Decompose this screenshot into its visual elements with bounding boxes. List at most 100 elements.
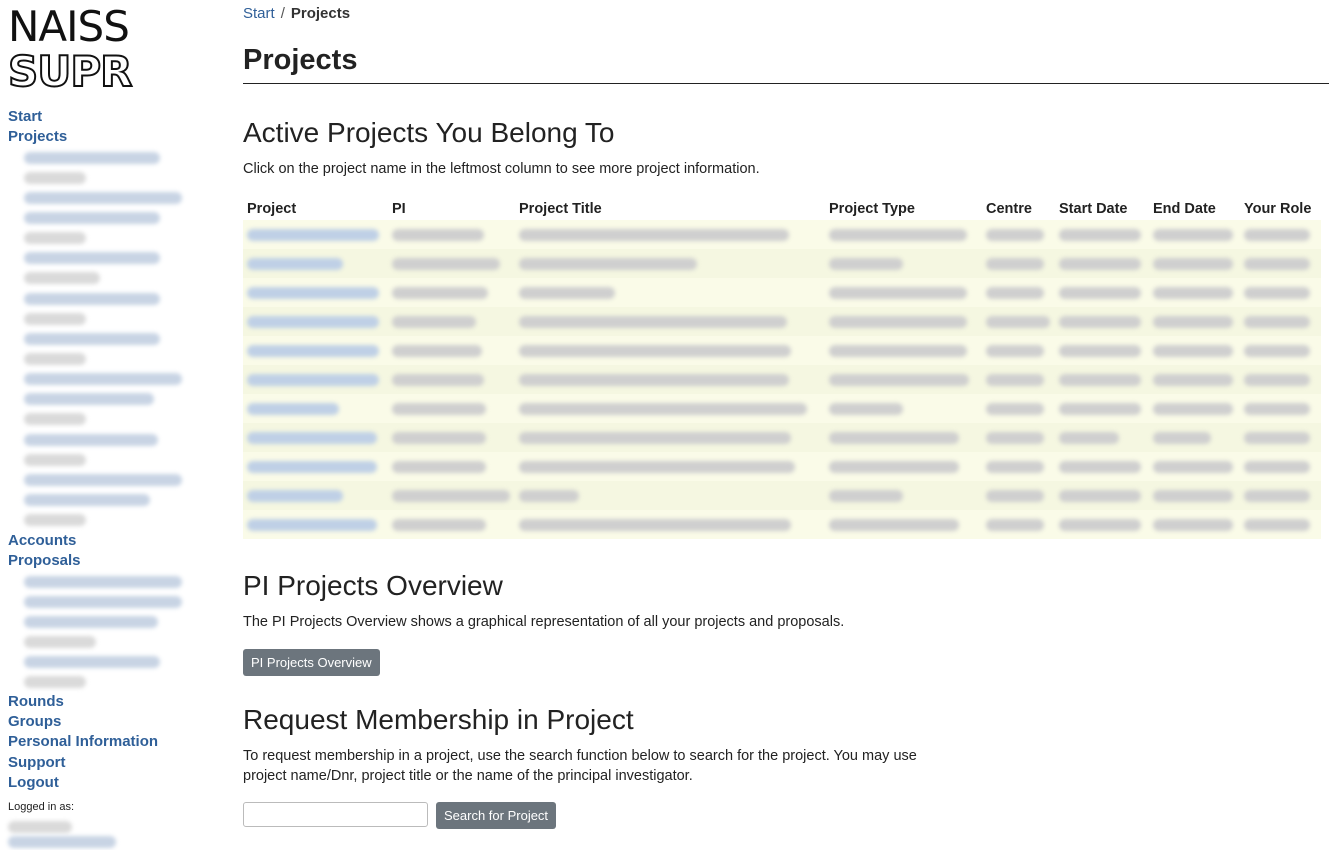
sidebar-project-link[interactable] xyxy=(24,293,160,305)
search-for-project-button[interactable]: Search for Project xyxy=(436,802,557,829)
cell-your-role xyxy=(1240,365,1321,394)
cell-pi xyxy=(388,452,515,481)
sidebar-proposal-link[interactable] xyxy=(24,656,160,668)
redacted-project-link[interactable] xyxy=(247,257,343,270)
table-row xyxy=(243,278,1321,307)
redacted-project-link[interactable] xyxy=(247,228,379,241)
sidebar-project-link[interactable] xyxy=(24,474,182,486)
redacted-text xyxy=(829,344,967,357)
cell-your-role xyxy=(1240,336,1321,365)
redacted-project-link[interactable] xyxy=(247,489,343,502)
sidebar-project-link[interactable] xyxy=(24,494,150,506)
sidebar-project-link[interactable] xyxy=(24,373,182,385)
redacted-project-link[interactable] xyxy=(247,286,379,299)
sidebar-project-link[interactable] xyxy=(24,152,160,164)
sidebar-project-sublabel xyxy=(24,413,86,425)
redacted-project-link[interactable] xyxy=(247,431,377,444)
sidebar-project-link[interactable] xyxy=(24,333,160,345)
column-header-centre[interactable]: Centre xyxy=(982,196,1055,220)
redacted-text xyxy=(986,315,1050,328)
cell-centre xyxy=(982,336,1055,365)
sidebar-project-link[interactable] xyxy=(24,252,160,264)
cell-centre xyxy=(982,510,1055,539)
redacted-project-link[interactable] xyxy=(247,373,379,386)
cell-project[interactable] xyxy=(243,452,388,481)
column-header-start-date[interactable]: Start Date xyxy=(1055,196,1149,220)
sidebar-project-link[interactable] xyxy=(24,434,158,446)
sidebar-proposal-link[interactable] xyxy=(24,616,158,628)
redacted-text xyxy=(392,518,486,531)
redacted-project-link[interactable] xyxy=(247,518,377,531)
cell-project[interactable] xyxy=(243,481,388,510)
cell-project[interactable] xyxy=(243,336,388,365)
sidebar-project-sublabel xyxy=(24,454,86,466)
sidebar-item-groups[interactable]: Groups xyxy=(8,713,61,730)
logged-in-user-link[interactable] xyxy=(8,836,116,848)
sidebar-proposal-link[interactable] xyxy=(24,576,182,588)
redacted-text xyxy=(1153,489,1233,502)
sidebar-item-start[interactable]: Start xyxy=(8,108,42,125)
redacted-text xyxy=(986,344,1044,357)
sidebar-project-sublabel xyxy=(24,313,86,325)
pi-projects-overview-button[interactable]: PI Projects Overview xyxy=(243,649,380,676)
cell-pi xyxy=(388,423,515,452)
redacted-text xyxy=(1059,373,1141,386)
sidebar-project-link[interactable] xyxy=(24,192,182,204)
sidebar-item-logout[interactable]: Logout xyxy=(8,774,59,791)
column-header-project-type[interactable]: Project Type xyxy=(825,196,982,220)
redacted-text xyxy=(1153,518,1233,531)
table-row xyxy=(243,220,1321,249)
cell-end-date xyxy=(1149,365,1240,394)
sidebar-item-rounds[interactable]: Rounds xyxy=(8,693,64,710)
redacted-project-link[interactable] xyxy=(247,344,379,357)
sidebar-item-proposals[interactable]: Proposals xyxy=(8,552,81,569)
redacted-text xyxy=(519,431,791,444)
redacted-text xyxy=(1059,228,1141,241)
project-rows xyxy=(243,220,1321,539)
redacted-text xyxy=(1153,460,1233,473)
sidebar-project-link[interactable] xyxy=(24,212,160,224)
cell-your-role xyxy=(1240,394,1321,423)
cell-project[interactable] xyxy=(243,249,388,278)
cell-project[interactable] xyxy=(243,394,388,423)
redacted-project-link[interactable] xyxy=(247,315,379,328)
redacted-text xyxy=(1244,344,1310,357)
redacted-text xyxy=(1244,489,1310,502)
cell-project[interactable] xyxy=(243,423,388,452)
redacted-text xyxy=(519,402,807,415)
sidebar-item-projects[interactable]: Projects xyxy=(8,128,67,145)
column-header-end-date[interactable]: End Date xyxy=(1149,196,1240,220)
redacted-text xyxy=(1153,402,1233,415)
cell-pi xyxy=(388,249,515,278)
cell-end-date xyxy=(1149,510,1240,539)
cell-end-date xyxy=(1149,249,1240,278)
redacted-project-link[interactable] xyxy=(247,402,339,415)
sidebar-proposal-link[interactable] xyxy=(24,596,182,608)
column-header-project[interactable]: Project xyxy=(243,196,388,220)
sidebar-project-link[interactable] xyxy=(24,393,154,405)
breadcrumb-start-link[interactable]: Start xyxy=(243,5,275,22)
sidebar-item-accounts[interactable]: Accounts xyxy=(8,532,76,549)
project-search-input[interactable] xyxy=(243,802,428,827)
naiss-supr-logo[interactable]: NAISS SUPR xyxy=(7,4,133,95)
active-projects-table: Project PI Project Title Project Type Ce… xyxy=(243,196,1321,539)
sidebar-project-sublabel xyxy=(24,232,86,244)
column-header-your-role[interactable]: Your Role xyxy=(1240,196,1321,220)
breadcrumb-separator: / xyxy=(280,5,285,22)
cell-project[interactable] xyxy=(243,510,388,539)
column-header-project-title[interactable]: Project Title xyxy=(515,196,825,220)
cell-project[interactable] xyxy=(243,307,388,336)
redacted-project-link[interactable] xyxy=(247,460,377,473)
sidebar-item-personal-information[interactable]: Personal Information xyxy=(8,733,158,750)
cell-project[interactable] xyxy=(243,365,388,394)
redacted-text xyxy=(392,257,500,270)
cell-project[interactable] xyxy=(243,278,388,307)
redacted-text xyxy=(986,431,1044,444)
cell-project[interactable] xyxy=(243,220,388,249)
column-header-pi[interactable]: PI xyxy=(388,196,515,220)
sidebar-project-sublabel xyxy=(24,172,86,184)
redacted-text xyxy=(392,402,486,415)
redacted-text xyxy=(1244,518,1310,531)
sidebar-item-support[interactable]: Support xyxy=(8,754,66,771)
redacted-text xyxy=(1059,344,1141,357)
